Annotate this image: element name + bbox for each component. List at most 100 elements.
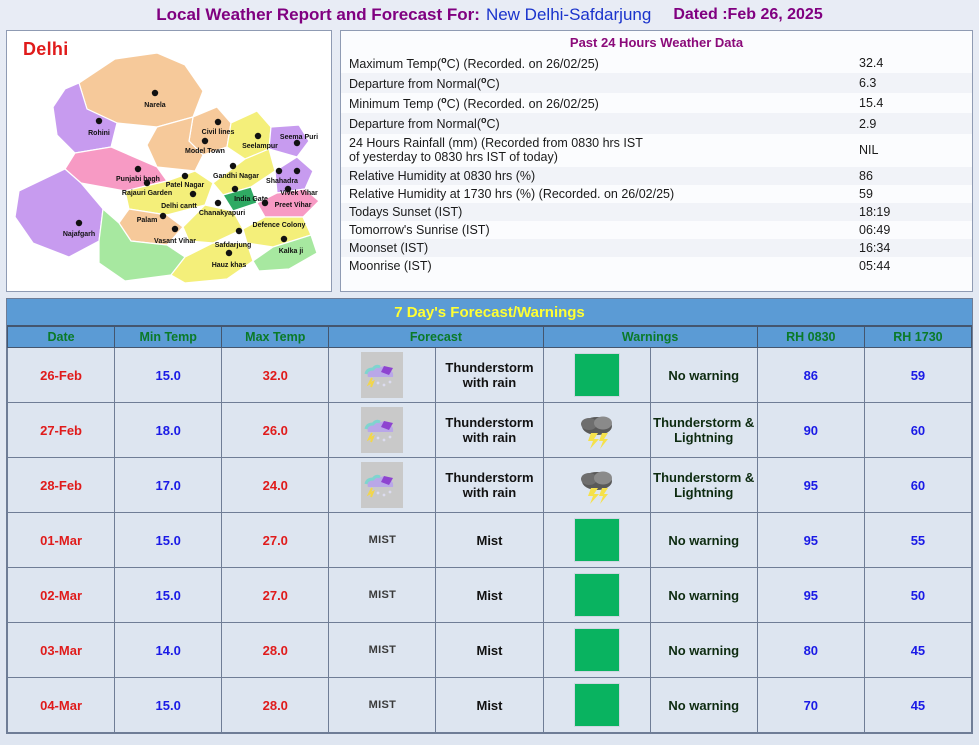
cell-rh-0830: 80	[757, 623, 864, 678]
data-value: 05:44	[859, 257, 972, 275]
no-warning-green-icon	[544, 513, 650, 567]
map-label-seema-puri: Seema Puri	[280, 134, 318, 141]
map-label-patel-nagar: Patel Nagar	[166, 182, 205, 189]
data-value: 2.9	[859, 113, 972, 133]
header-forecast: Forecast	[329, 327, 543, 348]
data-value: 32.4	[859, 53, 972, 73]
cell-max-temp: 27.0	[222, 513, 329, 568]
cell-forecast-text: Thunderstorm with rain	[436, 348, 543, 403]
data-label: Todays Sunset (IST)	[341, 203, 859, 221]
thunderstorm-lightning-icon	[544, 458, 650, 512]
forecast-row: 02-Mar15.027.0MISTMistNo warning9550	[8, 568, 972, 623]
data-row: Departure from Normal(oC) 6.3	[341, 73, 972, 93]
no-warning-green-icon	[544, 623, 650, 677]
cell-rh-0830: 90	[757, 403, 864, 458]
cell-rh-1730: 59	[864, 348, 971, 403]
forecast-body: 26-Feb15.032.0Thunderstorm with rainNo w…	[8, 348, 972, 733]
cell-forecast-icon	[329, 403, 436, 458]
data-label: Moonset (IST)	[341, 239, 859, 257]
forecast-table: Date Min Temp Max Temp Forecast Warnings…	[7, 326, 972, 733]
cell-forecast-text: Thunderstorm with rain	[436, 458, 543, 513]
cell-date: 26-Feb	[8, 348, 115, 403]
cell-rh-1730: 45	[864, 623, 971, 678]
map-label-safdarjung: Safdarjung	[215, 242, 252, 249]
cell-rh-0830: 95	[757, 458, 864, 513]
cell-max-temp: 28.0	[222, 678, 329, 733]
cell-rh-1730: 50	[864, 568, 971, 623]
map-label-civil-lines: Civil lines	[202, 129, 235, 136]
data-row: Moonrise (IST) 05:44	[341, 257, 972, 275]
thunderstorm-rain-icon	[329, 458, 435, 512]
header-rh-1730: RH 1730	[864, 327, 971, 348]
cell-rh-1730: 60	[864, 458, 971, 513]
cell-forecast-text: Mist	[436, 568, 543, 623]
data-row: Minimum Temp (oC) (Recorded. on 26/02/25…	[341, 93, 972, 113]
data-label: Relative Humidity at 1730 hrs (%) (Recor…	[341, 185, 859, 203]
cell-rh-0830: 95	[757, 568, 864, 623]
cell-min-temp: 15.0	[115, 348, 222, 403]
cell-min-temp: 15.0	[115, 513, 222, 568]
cell-date: 02-Mar	[8, 568, 115, 623]
top-section: Delhi	[0, 30, 979, 292]
forecast-row: 27-Feb18.026.0Thunderstorm with rainThun…	[8, 403, 972, 458]
header-min-temp: Min Temp	[115, 327, 222, 348]
no-warning-green-icon	[544, 678, 650, 732]
map-label-palam: Palam	[137, 217, 158, 224]
data-label: Maximum Temp(oC) (Recorded. on 26/02/25)	[341, 53, 859, 73]
data-value: 6.3	[859, 73, 972, 93]
cell-warning-icon	[543, 403, 650, 458]
map-label-punjabi-bagh: Punjabi bagh	[116, 176, 160, 183]
forecast-section: 7 Day's Forecast/Warnings Date Min Temp …	[6, 298, 973, 734]
header-max-temp: Max Temp	[222, 327, 329, 348]
cell-rh-1730: 45	[864, 678, 971, 733]
page-title-main: Local Weather Report and Forecast For:	[156, 5, 480, 25]
cell-forecast-icon: MIST	[329, 678, 436, 733]
cell-warning-text: No warning	[650, 678, 757, 733]
mist-icon: MIST	[329, 623, 435, 677]
cell-warning-icon	[543, 348, 650, 403]
cell-date: 27-Feb	[8, 403, 115, 458]
mist-icon: MIST	[329, 678, 435, 732]
cell-warning-icon	[543, 458, 650, 513]
map-label-preet-vihar: Preet Vihar	[275, 202, 312, 209]
data-label: Minimum Temp (oC) (Recorded. on 26/02/25…	[341, 93, 859, 113]
cell-min-temp: 14.0	[115, 623, 222, 678]
cell-min-temp: 15.0	[115, 678, 222, 733]
data-label: Relative Humidity at 0830 hrs (%)	[341, 167, 859, 185]
map-label-seelampur: Seelampur	[242, 143, 278, 150]
past-24-hours-title: Past 24 Hours Weather Data	[341, 31, 972, 53]
mist-icon: MIST	[329, 513, 435, 567]
cell-warning-text: Thunderstorm & Lightning	[650, 403, 757, 458]
data-label: Tomorrow's Sunrise (IST)	[341, 221, 859, 239]
cell-forecast-icon: MIST	[329, 513, 436, 568]
cell-rh-0830: 95	[757, 513, 864, 568]
cell-warning-text: No warning	[650, 568, 757, 623]
thunderstorm-lightning-icon	[544, 403, 650, 457]
data-value: 59	[859, 185, 972, 203]
past-24-hours-table: Maximum Temp(oC) (Recorded. on 26/02/25)…	[341, 53, 972, 275]
cell-max-temp: 24.0	[222, 458, 329, 513]
cell-date: 03-Mar	[8, 623, 115, 678]
delhi-district-map: Narela Rohini Civil lines Model Town See…	[7, 31, 332, 291]
map-label-india-gate: India Gate	[234, 196, 268, 203]
cell-forecast-text: Mist	[436, 678, 543, 733]
past-24-hours-panel: Past 24 Hours Weather Data Maximum Temp(…	[340, 30, 973, 292]
data-value: 86	[859, 167, 972, 185]
no-warning-green-icon	[544, 568, 650, 622]
cell-warning-text: No warning	[650, 348, 757, 403]
header-warnings: Warnings	[543, 327, 757, 348]
thunderstorm-rain-icon	[329, 348, 435, 402]
map-label-model-town: Model Town	[185, 148, 225, 155]
forecast-header-row: Date Min Temp Max Temp Forecast Warnings…	[8, 327, 972, 348]
data-label: 24 Hours Rainfall (mm) (Recorded from 08…	[341, 134, 859, 168]
page-title: Local Weather Report and Forecast For: N…	[0, 0, 979, 30]
forecast-row: 01-Mar15.027.0MISTMistNo warning9555	[8, 513, 972, 568]
delhi-map-panel: Delhi	[6, 30, 332, 292]
map-label-rajauri-garden: Rajauri Garden	[122, 190, 172, 197]
map-label-rohini: Rohini	[88, 130, 110, 137]
cell-forecast-text: Mist	[436, 623, 543, 678]
map-label-shahadra: Shahadra	[266, 178, 298, 185]
data-row: Relative Humidity at 0830 hrs (%) 86	[341, 167, 972, 185]
data-label: Departure from Normal(oC)	[341, 73, 859, 93]
cell-warning-icon	[543, 623, 650, 678]
